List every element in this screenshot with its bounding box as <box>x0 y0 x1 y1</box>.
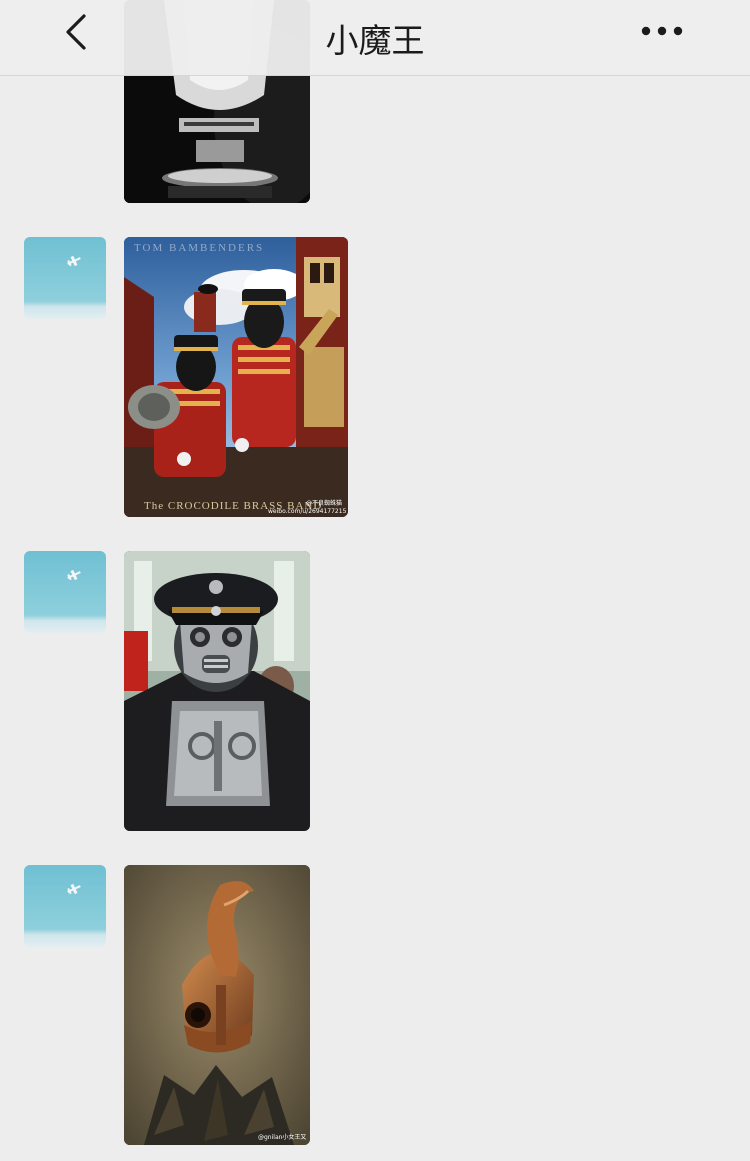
image-watermark-text: @gnilan小女王又 <box>258 1133 306 1141</box>
contact-avatar[interactable] <box>24 551 106 633</box>
more-horizontal-icon <box>641 26 683 36</box>
more-options-button[interactable] <box>636 10 688 56</box>
image-watermark-text: @不良蜘蛛猫 <box>306 499 342 507</box>
image-message-steampunk-officer[interactable] <box>124 551 310 831</box>
contact-avatar[interactable] <box>24 865 106 947</box>
image-message-leather-helmet[interactable]: @gnilan小女王又 <box>124 865 310 1145</box>
contact-avatar[interactable] <box>24 237 106 319</box>
chat-feed[interactable]: TOM BAMBENDERS The CROCODILE BRASS BAND … <box>0 0 750 1161</box>
image-top-text: TOM BAMBENDERS <box>134 242 264 254</box>
image-message-crocodile-band[interactable]: TOM BAMBENDERS The CROCODILE BRASS BAND … <box>124 237 348 517</box>
image-url-text: weibo.com/u/2694177215 <box>268 508 347 515</box>
top-nav-bar: 小魔王 <box>0 0 750 76</box>
